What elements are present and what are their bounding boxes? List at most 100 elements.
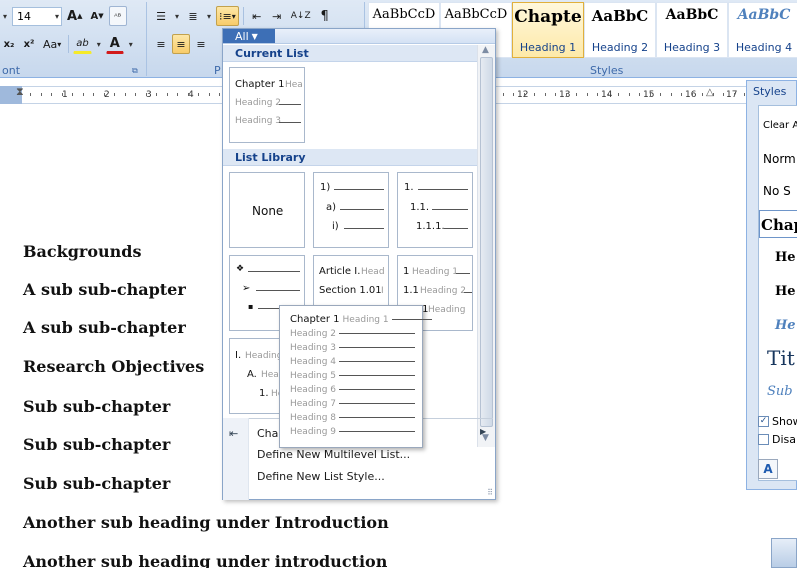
style-item-heading-1[interactable]: Chap — [759, 210, 797, 238]
gallery-style-heading-4[interactable]: AaBbC Heading 4 — [728, 2, 797, 58]
grow-font-button[interactable]: A ▲ — [64, 6, 85, 26]
style-item-heading-3[interactable]: He — [775, 284, 796, 299]
resize-grip-icon[interactable]: ⠿ — [487, 488, 493, 497]
increase-indent-icon: ⇥ — [272, 9, 282, 23]
indent-marker-icon[interactable]: ⧗ — [16, 85, 24, 99]
ruler-tick — [723, 93, 724, 96]
list-line — [339, 403, 416, 404]
list-library-numbered[interactable]: 1) a) i) — [313, 172, 389, 248]
doc-heading[interactable]: Sub sub-chapter — [23, 397, 170, 416]
filter-all-button[interactable]: All ▼ — [223, 29, 275, 43]
font-color-dropdown[interactable]: ▾ — [126, 34, 136, 54]
gallery-style-heading-1[interactable]: Chapte Heading 1 — [512, 2, 584, 58]
dropdown-scrollbar[interactable]: ▲ ▼ — [477, 45, 495, 447]
numbering-button[interactable]: ≣ — [184, 6, 202, 26]
doc-heading[interactable]: Sub sub-chapter — [23, 435, 170, 454]
sort-button[interactable]: A↓Z — [288, 6, 314, 26]
list-level-3: Heading 3 — [235, 116, 282, 126]
style-item-heading-4[interactable]: He — [775, 318, 796, 333]
align-right-button[interactable]: ≡ — [192, 34, 210, 54]
style-item-normal[interactable]: Norm — [763, 152, 796, 166]
shrink-caret-icon: ▼ — [98, 12, 104, 20]
gallery-style-heading-3[interactable]: AaBbC Heading 3 — [656, 2, 728, 58]
sort-icon: A↓Z — [290, 11, 311, 21]
ruler-tick — [534, 93, 535, 96]
superscript-button[interactable]: x² — [20, 34, 38, 54]
preview-level-6: Heading 6 — [290, 383, 416, 396]
view-icon[interactable] — [771, 538, 797, 568]
ruler-tick — [135, 93, 136, 96]
list-level-2-hint: Hea — [261, 370, 279, 380]
current-list-cell[interactable]: Chapter 1 Hea Heading 2 Heading 3 — [229, 67, 305, 143]
highlight-dropdown[interactable]: ▾ — [94, 34, 104, 54]
preview-level-label: Heading 8 — [290, 412, 337, 423]
preview-level-label: Heading 5 — [290, 370, 337, 381]
new-style-icon[interactable]: A — [758, 459, 778, 479]
list-line — [279, 104, 301, 105]
define-new-list-style-item[interactable]: Define New List Style... — [257, 470, 385, 483]
style-item-heading-2[interactable]: He — [775, 250, 796, 265]
numbering-dropdown[interactable]: ▾ — [204, 6, 214, 26]
increase-indent-button[interactable]: ⇥ — [268, 6, 286, 26]
font-size-combo[interactable]: 14 ▾ — [12, 6, 63, 26]
bullets-dropdown[interactable]: ▾ — [172, 6, 182, 26]
style-item-no-spacing[interactable]: No S — [763, 184, 791, 198]
style-item-subtitle[interactable]: Sub — [767, 384, 793, 399]
align-left-button[interactable]: ≡ — [152, 34, 170, 54]
ruler-number: 12 — [517, 90, 529, 100]
subscript-icon: x₂ — [3, 38, 15, 50]
font-color-button[interactable]: A — [105, 34, 124, 54]
shrink-font-label: A — [90, 10, 99, 22]
subscript-button[interactable]: x₂ — [0, 34, 18, 54]
style-item-title[interactable]: Tit — [767, 346, 795, 370]
multilevel-list-button[interactable]: ⁝≡ ▾ — [216, 6, 239, 26]
highlight-button[interactable]: ab — [73, 34, 92, 54]
font-dialog-launcher-icon[interactable]: ⧉ — [132, 66, 138, 76]
gallery-style-name: Heading 2 — [591, 41, 649, 54]
decrease-indent-button[interactable]: ⇤ — [248, 6, 266, 26]
list-library-none[interactable]: None — [229, 172, 305, 248]
scroll-up-icon[interactable]: ▲ — [482, 45, 489, 55]
list-level-3: i) — [332, 221, 339, 232]
gallery-style-heading-2[interactable]: AaBbC Heading 2 — [584, 2, 656, 58]
list-level-2-hint: I — [381, 286, 384, 296]
ruler-tick — [167, 93, 168, 96]
ruler-tick — [72, 93, 73, 96]
show-preview-checkbox[interactable]: ✓Show — [758, 415, 797, 428]
list-line — [418, 189, 468, 190]
bullets-button[interactable]: ☰ — [152, 6, 170, 26]
preview-level-label: Heading 4 — [290, 356, 337, 367]
shrink-font-button[interactable]: A ▼ — [87, 6, 106, 26]
show-hide-button[interactable]: ¶ — [316, 6, 334, 26]
doc-heading[interactable]: Research Objectives — [23, 357, 204, 376]
doc-heading[interactable]: Backgrounds — [23, 242, 141, 261]
doc-heading[interactable]: A sub sub-chapter — [23, 280, 186, 299]
change-list-level-item[interactable]: Cha — [257, 427, 278, 440]
checkmark-icon: ✓ — [758, 416, 769, 427]
list-line — [391, 319, 432, 320]
ruler-tick — [545, 93, 546, 96]
pilcrow-icon: ¶ — [320, 8, 329, 24]
list-line — [344, 228, 384, 229]
doc-heading[interactable]: Another sub heading under introduction — [23, 552, 387, 568]
define-new-multilevel-list-item[interactable]: Define New Multilevel List... — [257, 448, 410, 461]
gallery-sample: AaBbC — [591, 7, 649, 25]
preview-level-1-label: Chapter 1 — [290, 314, 340, 325]
doc-heading[interactable]: A sub sub-chapter — [23, 318, 186, 337]
scroll-thumb[interactable] — [480, 57, 493, 427]
change-case-button[interactable]: Aa ▾ — [40, 34, 64, 54]
align-center-button[interactable]: ≡ — [172, 34, 190, 54]
clear-formatting-button[interactable]: ᴬᴮ — [108, 6, 127, 26]
disable-linked-checkbox[interactable]: Disab — [758, 433, 797, 446]
decrease-indent-icon: ⇤ — [252, 9, 262, 23]
toolbar-separator — [242, 7, 244, 25]
doc-heading[interactable]: Sub sub-chapter — [23, 474, 170, 493]
checkbox-box — [758, 434, 769, 445]
ruler-tick — [660, 93, 661, 96]
ruler-number: 14 — [601, 90, 613, 100]
list-line — [256, 290, 300, 291]
list-library-decimal[interactable]: 1. 1.1. 1.1.1. — [397, 172, 473, 248]
style-item-clear-all[interactable]: Clear A — [763, 120, 797, 131]
font-name-dropdown[interactable]: ▾ — [0, 6, 10, 26]
doc-heading[interactable]: Another sub heading under Introduction — [23, 513, 389, 532]
